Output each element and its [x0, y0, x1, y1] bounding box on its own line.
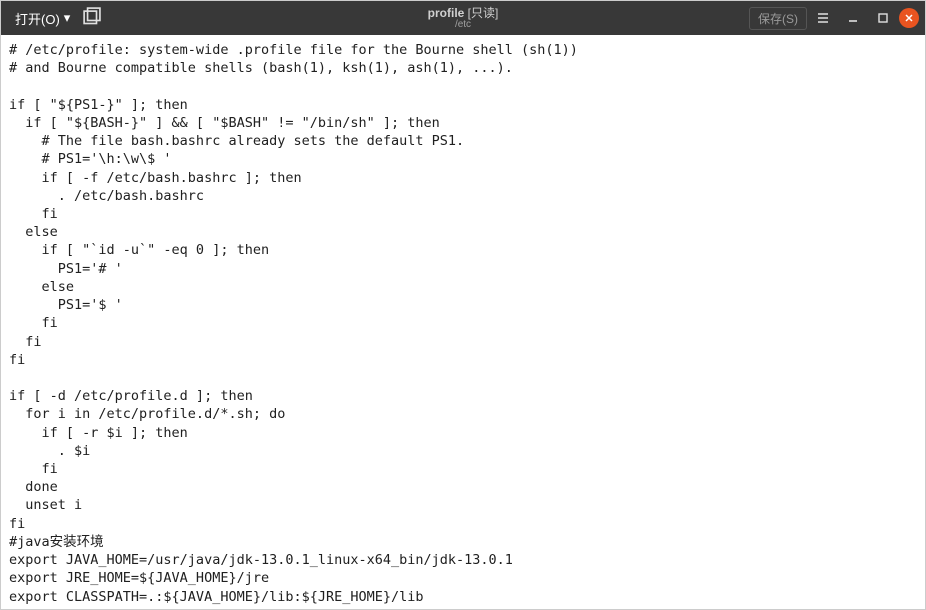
close-icon — [904, 13, 914, 23]
open-label: 打开(O) — [15, 9, 60, 28]
code-line: # and Bourne compatible shells (bash(1),… — [9, 59, 917, 77]
code-line: if [ -r $i ]; then — [9, 424, 917, 442]
code-line: else — [9, 223, 917, 241]
close-button[interactable] — [899, 8, 919, 28]
save-button[interactable]: 保存(S) — [749, 7, 807, 30]
new-tab-icon — [80, 7, 102, 29]
code-line: #java安装环境 — [9, 533, 917, 551]
code-line: PS1='# ' — [9, 260, 917, 278]
code-line: if [ "`id -u`" -eq 0 ]; then — [9, 241, 917, 259]
code-line: . /etc/bash.bashrc — [9, 187, 917, 205]
code-line: fi — [9, 515, 917, 533]
code-line — [9, 77, 917, 95]
code-line: export JRE_HOME=${JAVA_HOME}/jre — [9, 569, 917, 587]
new-tab-button[interactable] — [80, 7, 102, 29]
code-line: fi — [9, 333, 917, 351]
titlebar-left: 打开(O) ▾ — [11, 7, 102, 30]
code-line: for i in /etc/profile.d/*.sh; do — [9, 405, 917, 423]
code-line: # /etc/profile: system-wide .profile fil… — [9, 41, 917, 59]
code-line: PS1='$ ' — [9, 296, 917, 314]
hamburger-menu-button[interactable] — [809, 4, 837, 32]
readonly-badge: [只读] — [468, 6, 499, 20]
code-line — [9, 369, 917, 387]
code-line: fi — [9, 314, 917, 332]
minimize-button[interactable] — [839, 4, 867, 32]
code-line: else — [9, 278, 917, 296]
code-line: unset i — [9, 496, 917, 514]
titlebar: 打开(O) ▾ profile [只读] /etc 保存(S) — [1, 1, 925, 35]
code-line: done — [9, 478, 917, 496]
titlebar-right: 保存(S) — [749, 4, 919, 32]
code-line: fi — [9, 351, 917, 369]
editor-window: 打开(O) ▾ profile [只读] /etc 保存(S) — [0, 0, 926, 610]
maximize-button[interactable] — [869, 4, 897, 32]
text-editor-area[interactable]: # /etc/profile: system-wide .profile fil… — [1, 35, 925, 609]
code-line: if [ -d /etc/profile.d ]; then — [9, 387, 917, 405]
code-line: . $i — [9, 442, 917, 460]
code-line: export CLASSPATH=.:${JAVA_HOME}/lib:${JR… — [9, 588, 917, 606]
hamburger-icon — [817, 12, 829, 24]
code-line: # The file bash.bashrc already sets the … — [9, 132, 917, 150]
open-button[interactable]: 打开(O) ▾ — [11, 7, 74, 30]
maximize-icon — [877, 12, 889, 24]
code-line: # PS1='\h:\w\$ ' — [9, 150, 917, 168]
file-name: profile — [428, 6, 465, 20]
chevron-down-icon: ▾ — [64, 10, 71, 26]
code-line: export PATH=${JAVA_HOME}/bin:$PATH — [9, 606, 917, 609]
code-line: if [ "${BASH-}" ] && [ "$BASH" != "/bin/… — [9, 114, 917, 132]
window-title: profile [只读] — [428, 7, 499, 19]
code-line: if [ "${PS1-}" ]; then — [9, 96, 917, 114]
code-line: fi — [9, 205, 917, 223]
code-line: if [ -f /etc/bash.bashrc ]; then — [9, 169, 917, 187]
minimize-icon — [847, 12, 859, 24]
code-line: export JAVA_HOME=/usr/java/jdk-13.0.1_li… — [9, 551, 917, 569]
code-line: fi — [9, 460, 917, 478]
file-path: /etc — [455, 20, 471, 30]
